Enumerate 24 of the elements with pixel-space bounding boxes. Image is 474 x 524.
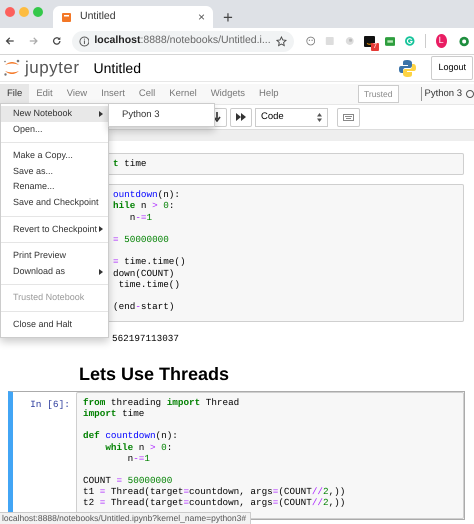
- code-line: down(COUNT): [113, 268, 176, 279]
- tab-title: Untitled: [80, 9, 116, 24]
- code-line: t time: [113, 158, 148, 170]
- code-line: def countdown(n):: [83, 430, 179, 442]
- code-line: n-=1: [126, 452, 151, 464]
- status-url-tooltip: localhost:8888/notebooks/Untitled.ipynb?kernel_name=python3#: [0, 512, 252, 524]
- code-line: t1 = Thread(target=countdown, args=(COUNT//2,)): [83, 486, 346, 498]
- code-line: hile n > 0:: [113, 200, 176, 212]
- kernel-name: Python 3: [420, 86, 462, 102]
- url-text: localhost:8888/notebooks/Untitled.i...: [94, 33, 271, 48]
- cell-output: 562197113037: [112, 332, 179, 346]
- code-line: import time: [83, 408, 146, 420]
- cell-prompt: In [6]:: [30, 398, 70, 412]
- code-line: = time.time(): [113, 256, 187, 268]
- code-line: while n > 0:: [104, 442, 174, 453]
- code-line: (end-start): [113, 301, 176, 312]
- code-line: COUNT = 50000000: [83, 475, 174, 486]
- code-line: t2 = Thread(target=countdown, args=(COUNT//2,)): [83, 497, 346, 509]
- code-line: ountdown(n):: [113, 189, 181, 200]
- section-heading: Lets Use Threads: [79, 362, 230, 386]
- code-line: = 50000000: [113, 234, 170, 246]
- code-line: n-=1: [128, 212, 154, 223]
- code-line: from threading import Thread: [83, 396, 240, 408]
- code-line: time.time(): [118, 278, 181, 290]
